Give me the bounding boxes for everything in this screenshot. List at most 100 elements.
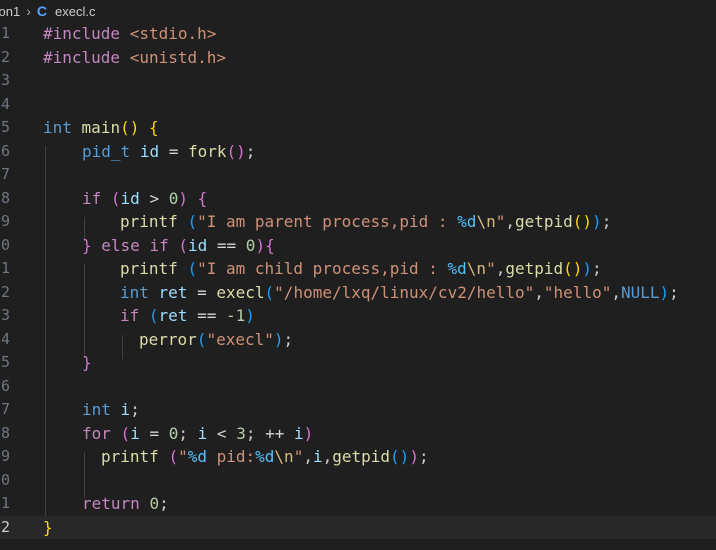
code-token: %d bbox=[457, 212, 477, 231]
code-token: "I am child process,pid : bbox=[197, 259, 448, 278]
line-number: 4 bbox=[0, 94, 10, 113]
code-token: == bbox=[207, 235, 246, 255]
code-line-current[interactable]: 2 } bbox=[0, 515, 716, 539]
code-token: = bbox=[139, 423, 169, 443]
code-token: ( bbox=[120, 423, 131, 443]
line-number: 1 bbox=[0, 24, 10, 42]
code-line[interactable]: 8 for (i = 0; i < 3; ++ i) bbox=[0, 422, 716, 446]
code-token: 0 bbox=[168, 188, 179, 208]
code-token: ) bbox=[255, 235, 266, 255]
code-token: == bbox=[187, 306, 226, 325]
line-number: 3 bbox=[0, 71, 10, 89]
code-token: ; bbox=[245, 423, 266, 443]
code-token: () bbox=[120, 118, 140, 137]
breadcrumb: son1 › C execl.c bbox=[0, 0, 716, 22]
code-token: if bbox=[82, 188, 102, 208]
code-token: printf bbox=[120, 212, 178, 231]
line-number: 6 bbox=[0, 141, 10, 160]
code-token: } bbox=[82, 353, 92, 372]
code-token: id bbox=[139, 141, 160, 161]
code-line[interactable]: 9 printf ("I am parent process,pid : %d\… bbox=[0, 210, 716, 234]
code-token: ret bbox=[158, 282, 188, 302]
code-token: 0 bbox=[168, 423, 179, 443]
code-line[interactable]: 3 bbox=[0, 69, 716, 93]
breadcrumb-file[interactable]: execl.c bbox=[55, 4, 95, 19]
code-token: > bbox=[139, 188, 169, 208]
code-token: return bbox=[82, 494, 140, 513]
code-token: ) bbox=[409, 447, 419, 466]
code-line[interactable]: 3 if (ret == -1) bbox=[0, 304, 716, 328]
code-token: , bbox=[611, 282, 621, 302]
code-token: () bbox=[572, 212, 593, 231]
code-token: "hello" bbox=[543, 282, 612, 302]
code-token: ; bbox=[130, 400, 140, 419]
code-token: i bbox=[120, 400, 131, 419]
code-token: printf bbox=[101, 447, 159, 466]
code-token: , bbox=[495, 259, 506, 278]
code-token: ret bbox=[158, 306, 188, 325]
code-line[interactable]: 1 printf ("I am child process,pid : %d\n… bbox=[0, 257, 716, 281]
code-line[interactable]: 0 bbox=[0, 469, 716, 493]
code-line[interactable]: 7 int i; bbox=[0, 398, 716, 422]
code-token: ) bbox=[245, 306, 255, 325]
code-token: 0 bbox=[245, 235, 256, 255]
code-token: i bbox=[294, 423, 304, 443]
code-line[interactable]: 7 bbox=[0, 163, 716, 187]
code-line[interactable]: 0 } else if (id == 0){ bbox=[0, 234, 716, 258]
code-line[interactable]: 8 if (id > 0) { bbox=[0, 187, 716, 211]
code-line[interactable]: 5 } bbox=[0, 351, 716, 375]
code-token: ( bbox=[110, 188, 121, 208]
line-number: 5 bbox=[0, 118, 10, 136]
code-line[interactable]: 6 bbox=[0, 375, 716, 399]
line-number: 7 bbox=[0, 400, 10, 418]
line-number: 9 bbox=[0, 212, 10, 230]
code-token: { bbox=[148, 118, 159, 137]
code-token: %d bbox=[255, 447, 275, 466]
code-line[interactable]: 1 #include <stdio.h> bbox=[0, 22, 716, 46]
breadcrumb-folder[interactable]: son1 bbox=[0, 4, 20, 19]
code-token: " bbox=[178, 447, 188, 466]
line-number: 8 bbox=[0, 423, 10, 442]
code-line[interactable]: 9 printf ("%d pid:%d\n",i,getpid()); bbox=[0, 445, 716, 469]
code-token: 3 bbox=[236, 423, 246, 443]
code-line[interactable]: 6 pid_t id = fork(); bbox=[0, 140, 716, 164]
code-token: getpid bbox=[332, 447, 391, 466]
code-editor[interactable]: 1 #include <stdio.h> 2 #include <unistd.… bbox=[0, 22, 716, 550]
code-token: \n bbox=[274, 447, 294, 466]
code-token: = bbox=[159, 141, 188, 161]
code-line[interactable]: 5 int main() { bbox=[0, 116, 716, 140]
code-token: ( bbox=[187, 212, 198, 231]
code-token: <stdio.h> bbox=[129, 24, 217, 43]
code-token: int bbox=[82, 400, 111, 419]
code-token: getpid bbox=[514, 212, 573, 231]
code-line[interactable]: 4 bbox=[0, 93, 716, 117]
code-token: ; bbox=[418, 447, 429, 466]
code-line[interactable]: 1 return 0; bbox=[0, 492, 716, 516]
code-token: ( bbox=[264, 282, 275, 302]
code-line[interactable]: 2 int ret = execl("/home/lxq/linux/cv2/h… bbox=[0, 281, 716, 305]
code-token: int bbox=[120, 282, 149, 302]
code-token: < bbox=[207, 423, 237, 443]
code-token: () bbox=[563, 259, 583, 278]
code-token: NULL bbox=[620, 282, 660, 302]
code-token: ( bbox=[196, 329, 207, 349]
code-line[interactable]: 4 perror("execl"); bbox=[0, 328, 716, 352]
code-token: , bbox=[303, 447, 313, 466]
code-token: main bbox=[81, 118, 121, 137]
code-token: #include bbox=[43, 24, 130, 43]
code-token: "I am parent process,pid : bbox=[197, 212, 458, 231]
code-line[interactable]: 2 #include <unistd.h> bbox=[0, 46, 716, 70]
code-token: ; bbox=[601, 212, 612, 231]
code-token: , bbox=[534, 282, 544, 302]
line-number: 1 bbox=[0, 259, 10, 277]
code-token: pid: bbox=[206, 447, 256, 466]
